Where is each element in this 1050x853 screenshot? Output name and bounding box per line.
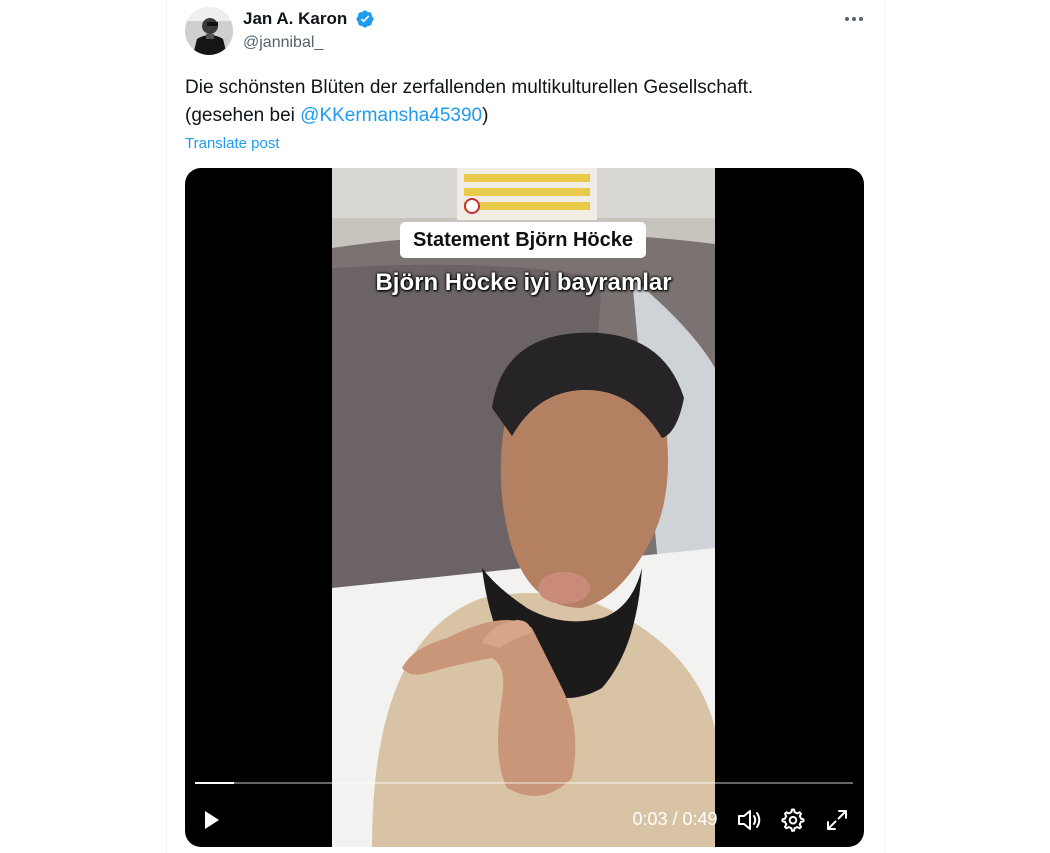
tweet-text-suffix: ) (482, 105, 489, 126)
video-caption-box: Statement Björn Höcke (400, 222, 646, 258)
tweet-text-line-1: Die schönsten Blüten der zerfallenden mu… (185, 77, 754, 98)
verified-badge-icon (356, 10, 374, 28)
video-frame: Statement Björn Höcke Björn Höcke iyi ba… (332, 168, 715, 847)
author-display-name[interactable]: Jan A. Karon (243, 9, 347, 29)
volume-icon (738, 810, 761, 830)
tweet-text-line-2: (gesehen bei @KKermansha45390) (185, 102, 875, 130)
video-player[interactable]: Statement Björn Höcke Björn Höcke iyi ba… (185, 168, 864, 847)
tweet-text: Die schönsten Blüten der zerfallenden mu… (185, 74, 875, 130)
translate-post-link[interactable]: Translate post (185, 135, 280, 152)
settings-button[interactable] (779, 806, 807, 834)
tweet: Jan A. Karon @jannibal_ Die schönsten Bl… (167, 0, 884, 853)
avatar-photo (185, 7, 233, 55)
more-horizontal-icon (845, 17, 863, 21)
play-button[interactable] (197, 806, 225, 834)
volume-button[interactable] (736, 806, 764, 834)
gear-icon (781, 808, 805, 832)
fullscreen-button[interactable] (823, 806, 851, 834)
column-border-right (884, 0, 885, 853)
video-time-display: 0:03 / 0:49 (632, 809, 718, 829)
video-progress-bar[interactable] (195, 782, 853, 784)
more-options-button[interactable] (839, 6, 869, 32)
tweet-text-prefix: (gesehen bei (185, 105, 301, 126)
author-handle[interactable]: @jannibal_ (243, 34, 323, 52)
avatar[interactable] (185, 7, 233, 55)
video-caption-subtitle: Björn Höcke iyi bayramlar (375, 269, 672, 296)
fullscreen-icon (827, 810, 847, 830)
video-progress-fill (195, 782, 235, 784)
mention-link[interactable]: @KKermansha45390 (300, 105, 482, 126)
play-icon (205, 811, 219, 829)
